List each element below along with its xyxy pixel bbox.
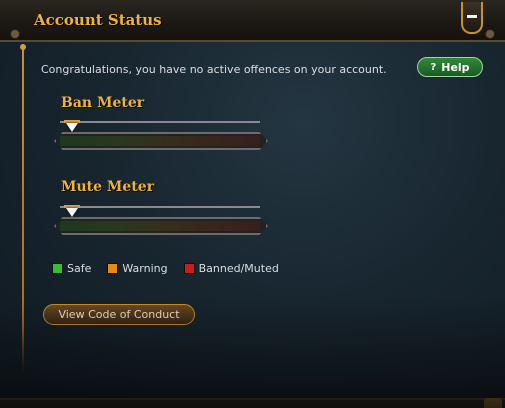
meter-gradient (60, 221, 260, 231)
window-title: Account Status (34, 11, 162, 29)
legend-item-warning: Warning (107, 262, 168, 275)
account-status-panel: Account Status Congratulations, you have… (0, 0, 505, 408)
meter-gradient (60, 136, 260, 146)
legend-label: Banned/Muted (198, 262, 279, 275)
legend-label: Warning (122, 262, 168, 275)
meter-legend: Safe Warning Banned/Muted (52, 262, 279, 275)
scroll-handle[interactable] (484, 398, 502, 408)
side-rail-decoration (20, 44, 26, 374)
mute-meter (54, 205, 268, 241)
mute-meter-title: Mute Meter (61, 179, 155, 195)
meter-pointer-icon (66, 208, 78, 217)
help-button-label: Help (441, 60, 470, 74)
view-code-of-conduct-button[interactable]: View Code of Conduct (43, 304, 195, 325)
legend-swatch-icon (107, 263, 119, 274)
rivet-icon (485, 29, 495, 39)
status-message: Congratulations, you have no active offe… (41, 63, 387, 76)
legend-swatch-icon (183, 263, 195, 274)
rivet-icon (10, 29, 20, 39)
legend-swatch-icon (52, 263, 63, 274)
help-button[interactable]: ? Help (417, 57, 483, 77)
legend-item-safe: Safe (52, 262, 91, 275)
meter-track-top (60, 121, 260, 123)
meter-pointer-icon (66, 123, 78, 132)
legend-label: Safe (67, 262, 92, 275)
legend-item-banned: Banned/Muted (183, 262, 279, 275)
meter-track-top (60, 206, 260, 208)
title-bar: Account Status (0, 0, 505, 42)
bottom-frame (0, 398, 505, 408)
minimize-button[interactable] (461, 2, 483, 34)
ban-meter (54, 120, 268, 156)
ban-meter-title: Ban Meter (61, 95, 145, 111)
question-mark-icon: ? (430, 61, 437, 73)
